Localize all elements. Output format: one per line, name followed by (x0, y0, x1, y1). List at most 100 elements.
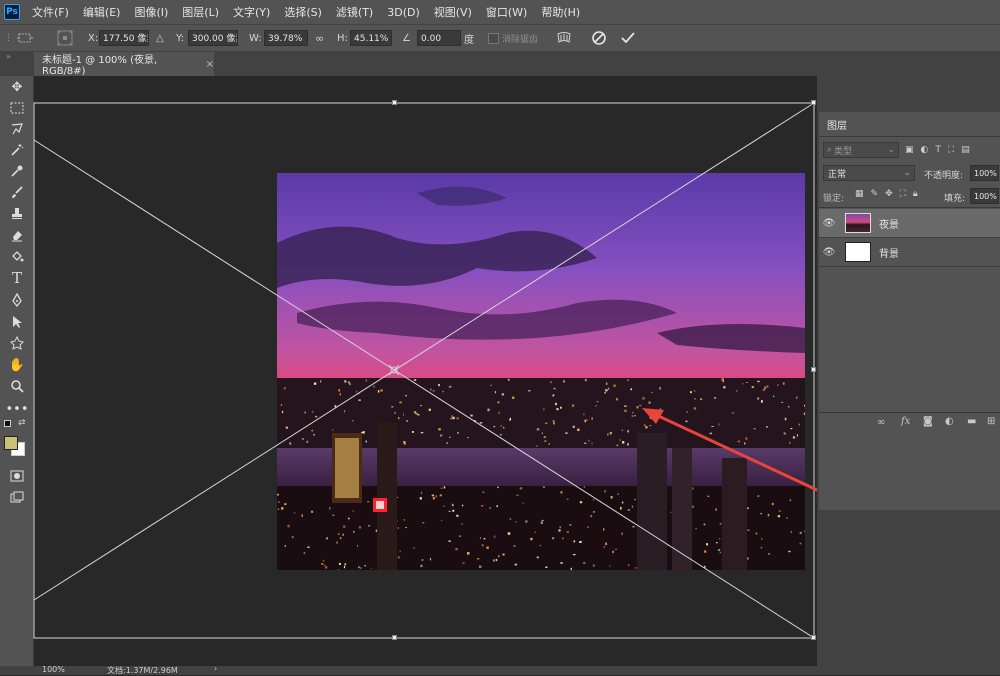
brush-icon[interactable] (7, 183, 27, 201)
layer-filter-select[interactable]: ⌕ 类型 ⌄ (823, 142, 899, 158)
filter-pixel-icon[interactable]: ▣ (905, 145, 914, 155)
more-icon[interactable]: ••• (7, 400, 27, 418)
link-icon[interactable]: ∞ (315, 25, 324, 51)
filter-adjustment-icon[interactable]: ◐ (921, 145, 929, 155)
menu-3d[interactable]: 3D(D) (387, 6, 420, 19)
path-select-icon[interactable] (7, 313, 27, 331)
lock-pixels-icon[interactable]: ✎ (871, 189, 879, 199)
type-icon[interactable]: T (7, 269, 27, 287)
swap-colors-icon[interactable]: ⇄ (18, 418, 26, 428)
menu-filter[interactable]: 滤镜(T) (336, 4, 373, 20)
angle-input[interactable]: 0.00 (417, 30, 461, 46)
layer-filter-label: 类型 (834, 144, 852, 157)
eraser-icon[interactable] (7, 226, 27, 244)
layer-row-background[interactable]: 👁︎ 背景 (819, 238, 1000, 266)
options-grip-icon: ⋮ (4, 25, 13, 51)
layers-panel: 图层 ⌕ 类型 ⌄ ▣ ◐ T ⛶ ▤ 正常 ⌄ 不透明度: 100% 锁定: … (817, 76, 1000, 666)
transform-handle-top-right[interactable] (811, 100, 816, 105)
y-input[interactable]: 300.00 像素 (188, 30, 238, 46)
commit-transform-icon[interactable] (620, 25, 636, 51)
lock-all-icon[interactable]: 🔒︎ (913, 189, 918, 199)
height-input[interactable]: 45.11% (350, 30, 392, 46)
new-layer-icon[interactable]: ⊞ (987, 416, 995, 427)
menu-image[interactable]: 图像(I) (134, 4, 168, 20)
magic-wand-icon[interactable] (7, 141, 27, 159)
lock-position-icon[interactable]: ✥ (885, 189, 893, 199)
transform-handle-bottom[interactable] (392, 635, 397, 640)
blend-mode-value: 正常 (828, 167, 846, 180)
menu-edit[interactable]: 编辑(E) (83, 4, 121, 20)
menu-type[interactable]: 文字(Y) (233, 4, 270, 20)
chevron-down-icon: ⌄ (887, 145, 895, 155)
hand-icon[interactable]: ✋ (7, 356, 27, 374)
screen-mode-icon[interactable] (7, 488, 27, 506)
lasso-icon[interactable] (7, 120, 27, 138)
fill-input[interactable]: 100% (970, 188, 999, 204)
lock-label: 锁定: (823, 191, 844, 204)
document-tab[interactable]: 未标题-1 @ 100% (夜景, RGB/8#) × (34, 52, 214, 76)
quick-mask-icon[interactable] (7, 467, 27, 485)
y-label: Y: (176, 25, 184, 51)
foreground-color-swatch[interactable] (4, 436, 18, 450)
bucket-icon[interactable] (7, 247, 27, 265)
link-layers-icon[interactable]: ∞ (877, 417, 885, 428)
transform-handle-right[interactable] (811, 367, 816, 372)
document-info: 文档:1.37M/2.96M (107, 665, 178, 676)
options-bar: ⋮ X: 177.50 像素 △ Y: 300.00 像素 W: 39.78% … (0, 24, 1000, 52)
delta-icon[interactable]: △ (156, 25, 164, 51)
menu-view[interactable]: 视图(V) (434, 4, 472, 20)
filter-smart-object-icon[interactable]: ▤ (961, 145, 970, 155)
menu-file[interactable]: 文件(F) (32, 4, 69, 20)
x-input[interactable]: 177.50 像素 (99, 30, 149, 46)
zoom-level[interactable]: 100% (42, 665, 65, 674)
blend-mode-select[interactable]: 正常 ⌄ (823, 165, 915, 181)
chevron-down-icon: ⌄ (903, 168, 911, 178)
layers-tab[interactable]: 图层 (819, 112, 855, 136)
width-input[interactable]: 39.78% (264, 30, 308, 46)
layer-name: 夜景 (879, 216, 899, 231)
transform-handle-bottom-right[interactable] (811, 635, 816, 640)
cancel-transform-icon[interactable] (591, 25, 607, 51)
move-icon[interactable]: ✥ (7, 78, 27, 96)
status-menu-icon[interactable]: › (214, 664, 217, 673)
fx-icon[interactable]: fx (901, 416, 910, 427)
zoom-icon[interactable] (7, 377, 27, 395)
layer-filter-icons: ▣ ◐ T ⛶ ▤ (905, 142, 1000, 158)
transform-tool-icon[interactable] (16, 25, 34, 51)
adjustment-layer-icon[interactable]: ◐ (945, 416, 954, 427)
warp-icon[interactable] (556, 25, 572, 51)
marquee-icon[interactable] (7, 99, 27, 117)
search-icon: ⌕ (827, 145, 832, 155)
default-colors-icon[interactable] (4, 420, 11, 427)
filter-type-icon[interactable]: T (935, 145, 941, 155)
lock-artboard-icon[interactable]: ⛶ (900, 189, 906, 199)
w-label: W: (249, 25, 262, 51)
new-group-icon[interactable]: ▬ (967, 416, 976, 427)
menu-window[interactable]: 窗口(W) (486, 4, 527, 20)
panel-collapse-icon[interactable]: » (6, 52, 11, 61)
layer-row-night[interactable]: 👁︎ 夜景 (819, 209, 1000, 237)
pen-icon[interactable] (7, 291, 27, 309)
shape-icon[interactable] (7, 334, 27, 352)
x-label: X: (88, 25, 98, 51)
angle-unit: 度 (464, 25, 474, 51)
lock-transparent-icon[interactable]: ▦ (855, 189, 864, 199)
photoshop-logo: Ps (4, 4, 20, 20)
reference-point-icon[interactable] (57, 25, 73, 51)
document-tab-title: 未标题-1 @ 100% (夜景, RGB/8#) (42, 51, 198, 77)
document-canvas[interactable] (34, 76, 817, 666)
menu-layer[interactable]: 图层(L) (182, 4, 219, 20)
eye-icon[interactable]: 👁︎ (819, 218, 839, 229)
menu-select[interactable]: 选择(S) (284, 4, 322, 20)
menu-help[interactable]: 帮助(H) (541, 4, 580, 20)
close-tab-icon[interactable]: × (206, 59, 214, 70)
layer-mask-icon[interactable]: ◙ (923, 416, 933, 427)
transform-handle-top[interactable] (392, 100, 397, 105)
stamp-icon[interactable] (7, 204, 27, 222)
eye-icon[interactable]: 👁︎ (819, 247, 839, 258)
filter-shape-icon[interactable]: ⛶ (948, 145, 954, 155)
opacity-input[interactable]: 100% (970, 165, 999, 181)
antialias-checkbox[interactable] (488, 25, 499, 51)
eyedropper-icon[interactable] (7, 162, 27, 180)
angle-icon: ∠ (402, 25, 411, 51)
